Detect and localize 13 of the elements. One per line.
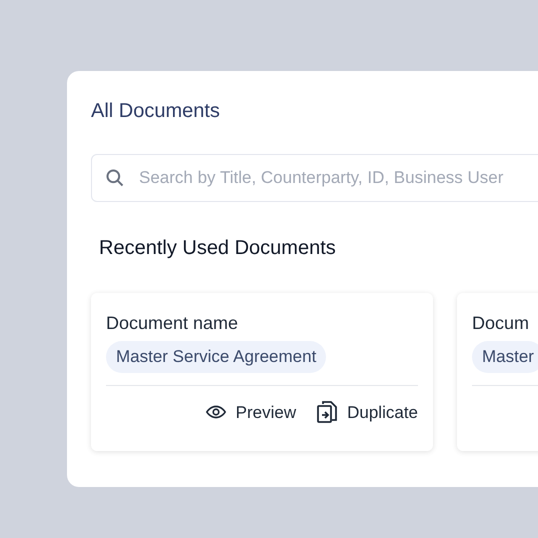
preview-button[interactable]: Preview — [204, 400, 296, 425]
search-icon — [105, 168, 125, 188]
document-name: Docum — [472, 312, 530, 335]
duplicate-button[interactable]: Duplicate — [316, 400, 418, 425]
document-name: Document name — [106, 312, 240, 335]
document-card[interactable]: Docum Master — [457, 293, 538, 451]
page-title: All Documents — [91, 99, 221, 123]
section-title: Recently Used Documents — [99, 236, 337, 260]
document-type-tag: Master — [472, 341, 538, 372]
document-type-tag: Master Service Agreement — [106, 341, 326, 372]
search-field[interactable]: Search by Title, Counterparty, ID, Business User — [91, 154, 538, 202]
duplicate-icon — [316, 400, 338, 424]
document-card[interactable]: Document name Master Service Agreement Preview Duplicate — [91, 293, 433, 451]
